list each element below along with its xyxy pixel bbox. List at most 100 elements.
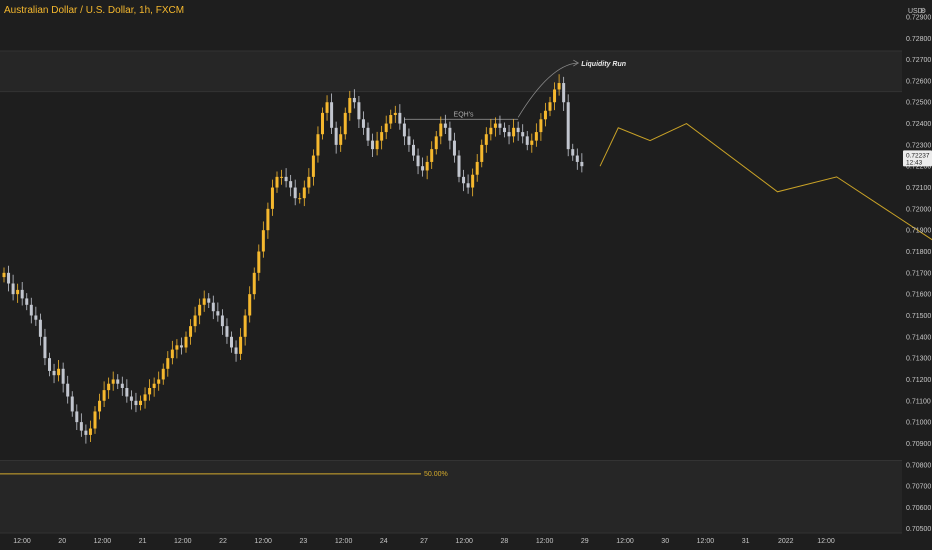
candle-body[interactable] [52,370,56,376]
candle-body[interactable] [407,136,411,145]
candle-body[interactable] [484,134,488,145]
candle-body[interactable] [480,144,484,162]
candle-body[interactable] [366,127,370,141]
candle-body[interactable] [79,422,83,431]
candle-body[interactable] [325,102,329,113]
candle-body[interactable] [225,326,229,337]
candle-body[interactable] [243,315,247,337]
candle-body[interactable] [207,298,211,303]
candle-body[interactable] [498,123,502,128]
candle-body[interactable] [412,144,415,156]
candle-body[interactable] [521,132,525,137]
candle-body[interactable] [434,136,438,150]
candle-body[interactable] [348,97,352,113]
candle-body[interactable] [234,347,238,354]
candle-body[interactable] [503,127,506,133]
candle-body[interactable] [416,155,420,167]
candle-body[interactable] [143,394,147,401]
candle-body[interactable] [29,304,33,316]
candle-body[interactable] [316,134,320,156]
settings-icon[interactable]: ⚙ [920,7,926,15]
candle-body[interactable] [170,349,174,359]
candle-body[interactable] [166,358,170,369]
candle-body[interactable] [425,161,429,171]
candle-body[interactable] [2,272,6,278]
candle-body[interactable] [34,315,38,320]
projection-path[interactable] [599,122,932,459]
candle-body[interactable] [439,123,443,137]
candle-body[interactable] [25,298,29,305]
candle-body[interactable] [129,396,133,401]
candle-body[interactable] [443,123,447,128]
candle-body[interactable] [220,315,224,327]
candle-body[interactable] [566,102,570,150]
candle-body[interactable] [307,176,311,188]
candle-body[interactable] [179,345,183,348]
candle-body[interactable] [239,336,243,354]
candle-body[interactable] [352,97,356,103]
candle-body[interactable] [466,183,470,188]
candle-body[interactable] [293,187,297,199]
candle-body[interactable] [184,336,188,348]
candle-body[interactable] [139,400,142,406]
candle-body[interactable] [148,387,152,395]
price-chart[interactable]: EQH's Liquidity Run 50.00% 0.72900 0.72800 0… [0,0,932,550]
candle-body[interactable] [334,127,338,145]
candle-body[interactable] [548,102,552,111]
candle-body[interactable] [16,289,20,295]
candle-body[interactable] [270,187,274,209]
candle-body[interactable] [152,383,156,388]
candle-body[interactable] [543,110,547,120]
candle-body[interactable] [98,400,102,412]
candle-body[interactable] [375,140,379,150]
candle-body[interactable] [398,112,402,124]
candle-body[interactable] [216,311,220,316]
candle-body[interactable] [211,302,215,312]
candle-body[interactable] [102,390,106,401]
candle-body[interactable] [448,127,452,141]
candle-body[interactable] [157,379,161,384]
candle-body[interactable] [161,368,165,380]
candle-body[interactable] [120,383,124,388]
candle-body[interactable] [562,83,566,103]
candle-body[interactable] [371,140,375,150]
candle-body[interactable] [284,176,288,182]
candle-body[interactable] [539,119,543,133]
candle-body[interactable] [343,112,347,135]
candle-body[interactable] [48,358,51,371]
candle-body[interactable] [402,123,406,137]
candle-body[interactable] [116,379,120,384]
candle-body[interactable] [261,230,265,252]
candle-body[interactable] [175,345,179,350]
candle-body[interactable] [75,411,79,423]
candle-body[interactable] [198,304,202,316]
candle-body[interactable] [471,174,475,188]
candle-body[interactable] [202,298,206,305]
candle-body[interactable] [311,155,315,177]
candle-body[interactable] [193,315,197,327]
candle-body[interactable] [298,198,302,200]
chart-area[interactable]: Australian Dollar / U.S. Dollar, 1h, FXC… [0,0,932,550]
candle-body[interactable] [61,368,65,384]
candle-body[interactable] [361,119,365,128]
candle-body[interactable] [330,102,334,128]
candle-body[interactable] [57,368,61,376]
candle-body[interactable] [43,336,47,359]
candle-body[interactable] [380,132,384,141]
candle-body[interactable] [20,289,24,299]
candle-body[interactable] [7,272,11,284]
candle-body[interactable] [66,383,70,397]
candle-body[interactable] [534,132,538,141]
candle-body[interactable] [11,283,15,295]
candle-body[interactable] [357,102,361,120]
candle-body[interactable] [107,383,111,391]
candle-body[interactable] [553,89,557,103]
supply-demand-zone[interactable] [0,460,902,533]
candle-body[interactable] [516,127,520,133]
candle-body[interactable] [134,400,138,406]
candle-body[interactable] [252,272,256,295]
candle-body[interactable] [475,161,479,175]
candle-body[interactable] [125,387,129,397]
candle-body[interactable] [230,336,233,348]
candle-body[interactable] [248,294,252,316]
